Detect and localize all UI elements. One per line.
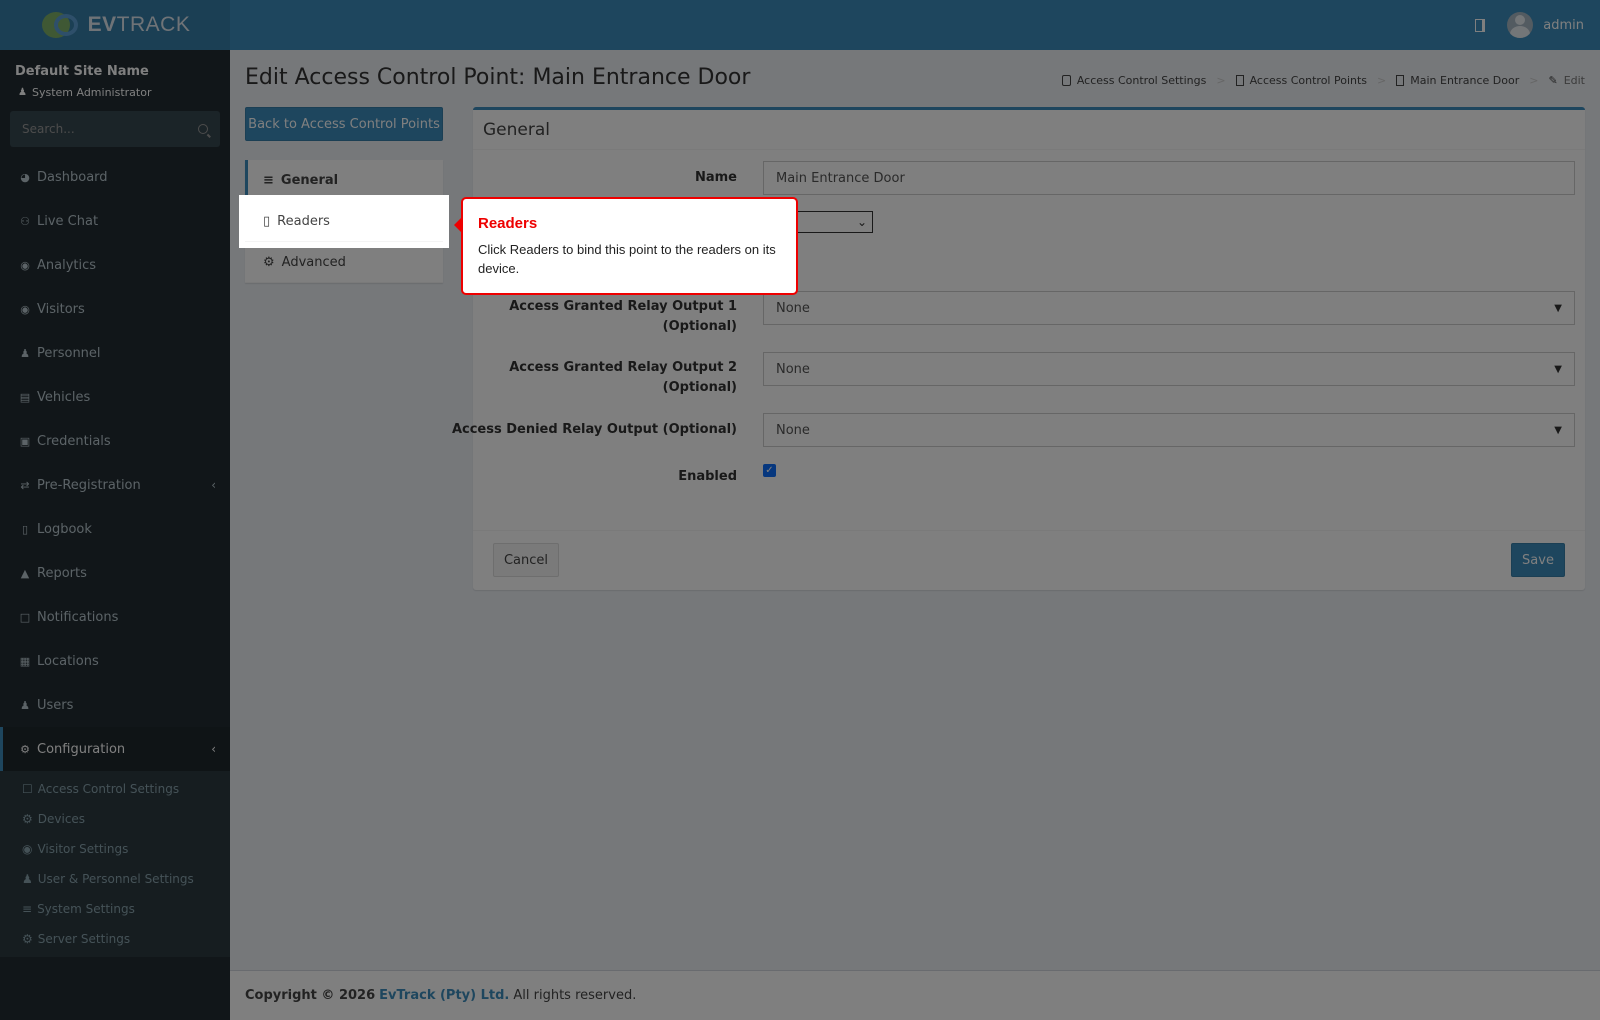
tour-popover: Readers Click Readers to bind this point… (454, 197, 798, 295)
tab-readers[interactable]: ▯ Readers (239, 195, 449, 248)
tour-backdrop[interactable] (0, 0, 1600, 1020)
tour-body: Click Readers to bind this point to the … (478, 242, 776, 276)
tour-title: Readers (478, 215, 538, 232)
door-icon: ▯ (263, 213, 271, 229)
